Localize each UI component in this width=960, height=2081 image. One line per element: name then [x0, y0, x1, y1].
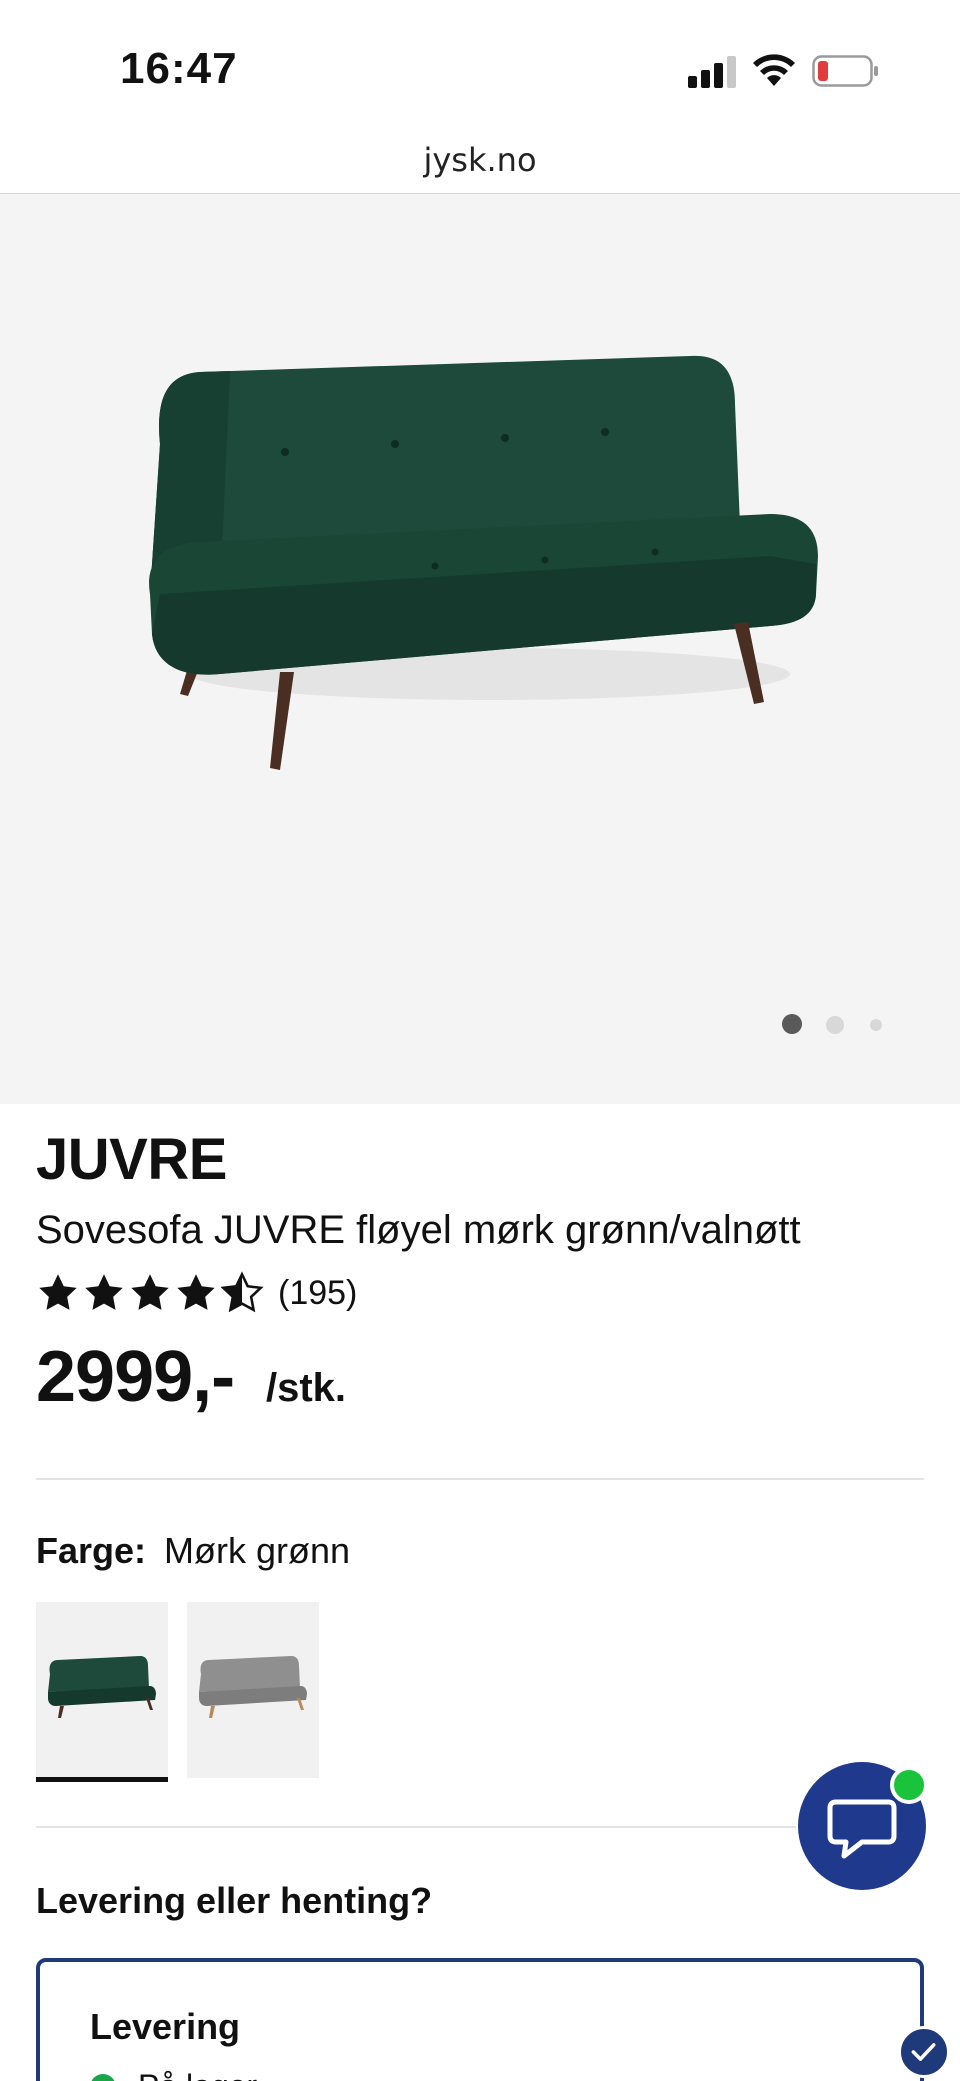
url-text: jysk.no — [423, 141, 537, 179]
in-stock-indicator-icon — [90, 2073, 116, 2081]
battery-low-icon — [812, 55, 878, 87]
product-image — [149, 355, 819, 770]
selected-check-icon — [898, 2026, 950, 2078]
price-unit: /stk. — [266, 1366, 347, 1410]
status-time: 16:47 — [120, 44, 238, 93]
rating-stars — [36, 1271, 264, 1315]
stock-status: På lager — [90, 2068, 257, 2081]
star-filled-icon — [39, 1274, 77, 1310]
gallery-dot-3[interactable] — [870, 1019, 882, 1031]
color-selector-label: Farge: Mørk grønn — [36, 1530, 350, 1572]
star-half-icon — [220, 1271, 264, 1313]
status-bar: 16:47 — [0, 0, 960, 130]
chat-button[interactable] — [798, 1762, 928, 1890]
product-brand: JUVRE — [36, 1127, 227, 1192]
sofa-thumbnail — [199, 1656, 307, 1718]
selected-color: Mørk grønn — [164, 1530, 351, 1571]
color-label: Farge: — [36, 1530, 147, 1571]
product-rating[interactable]: (195) — [36, 1268, 357, 1318]
address-bar[interactable]: jysk.no — [0, 130, 960, 194]
product-price: 2999,- — [36, 1337, 235, 1417]
delivery-option-title: Levering — [90, 2006, 241, 2047]
star-filled-icon — [177, 1274, 215, 1310]
wifi-icon — [753, 54, 795, 86]
divider — [36, 1478, 924, 1480]
color-swatch-grey[interactable] — [187, 1602, 319, 1778]
color-swatch-dark-green[interactable] — [36, 1602, 168, 1782]
cellular-signal-icon — [688, 56, 738, 88]
stock-status-text: På lager — [138, 2068, 257, 2081]
product-image-gallery[interactable] — [0, 194, 960, 1104]
product-title: Sovesofa JUVRE fløyel mørk grønn/valnøtt — [36, 1208, 801, 1252]
online-status-indicator — [890, 1766, 928, 1804]
gallery-dot-1[interactable] — [782, 1014, 802, 1034]
star-filled-icon — [131, 1274, 169, 1310]
divider — [36, 1826, 796, 1828]
delivery-heading: Levering eller henting? — [36, 1880, 433, 1921]
gallery-dot-2[interactable] — [826, 1016, 844, 1034]
star-filled-icon — [85, 1274, 123, 1310]
delivery-option-card[interactable]: Levering På lager — [36, 1958, 924, 2081]
review-count[interactable]: (195) — [278, 1274, 357, 1313]
sofa-thumbnail — [48, 1656, 156, 1718]
